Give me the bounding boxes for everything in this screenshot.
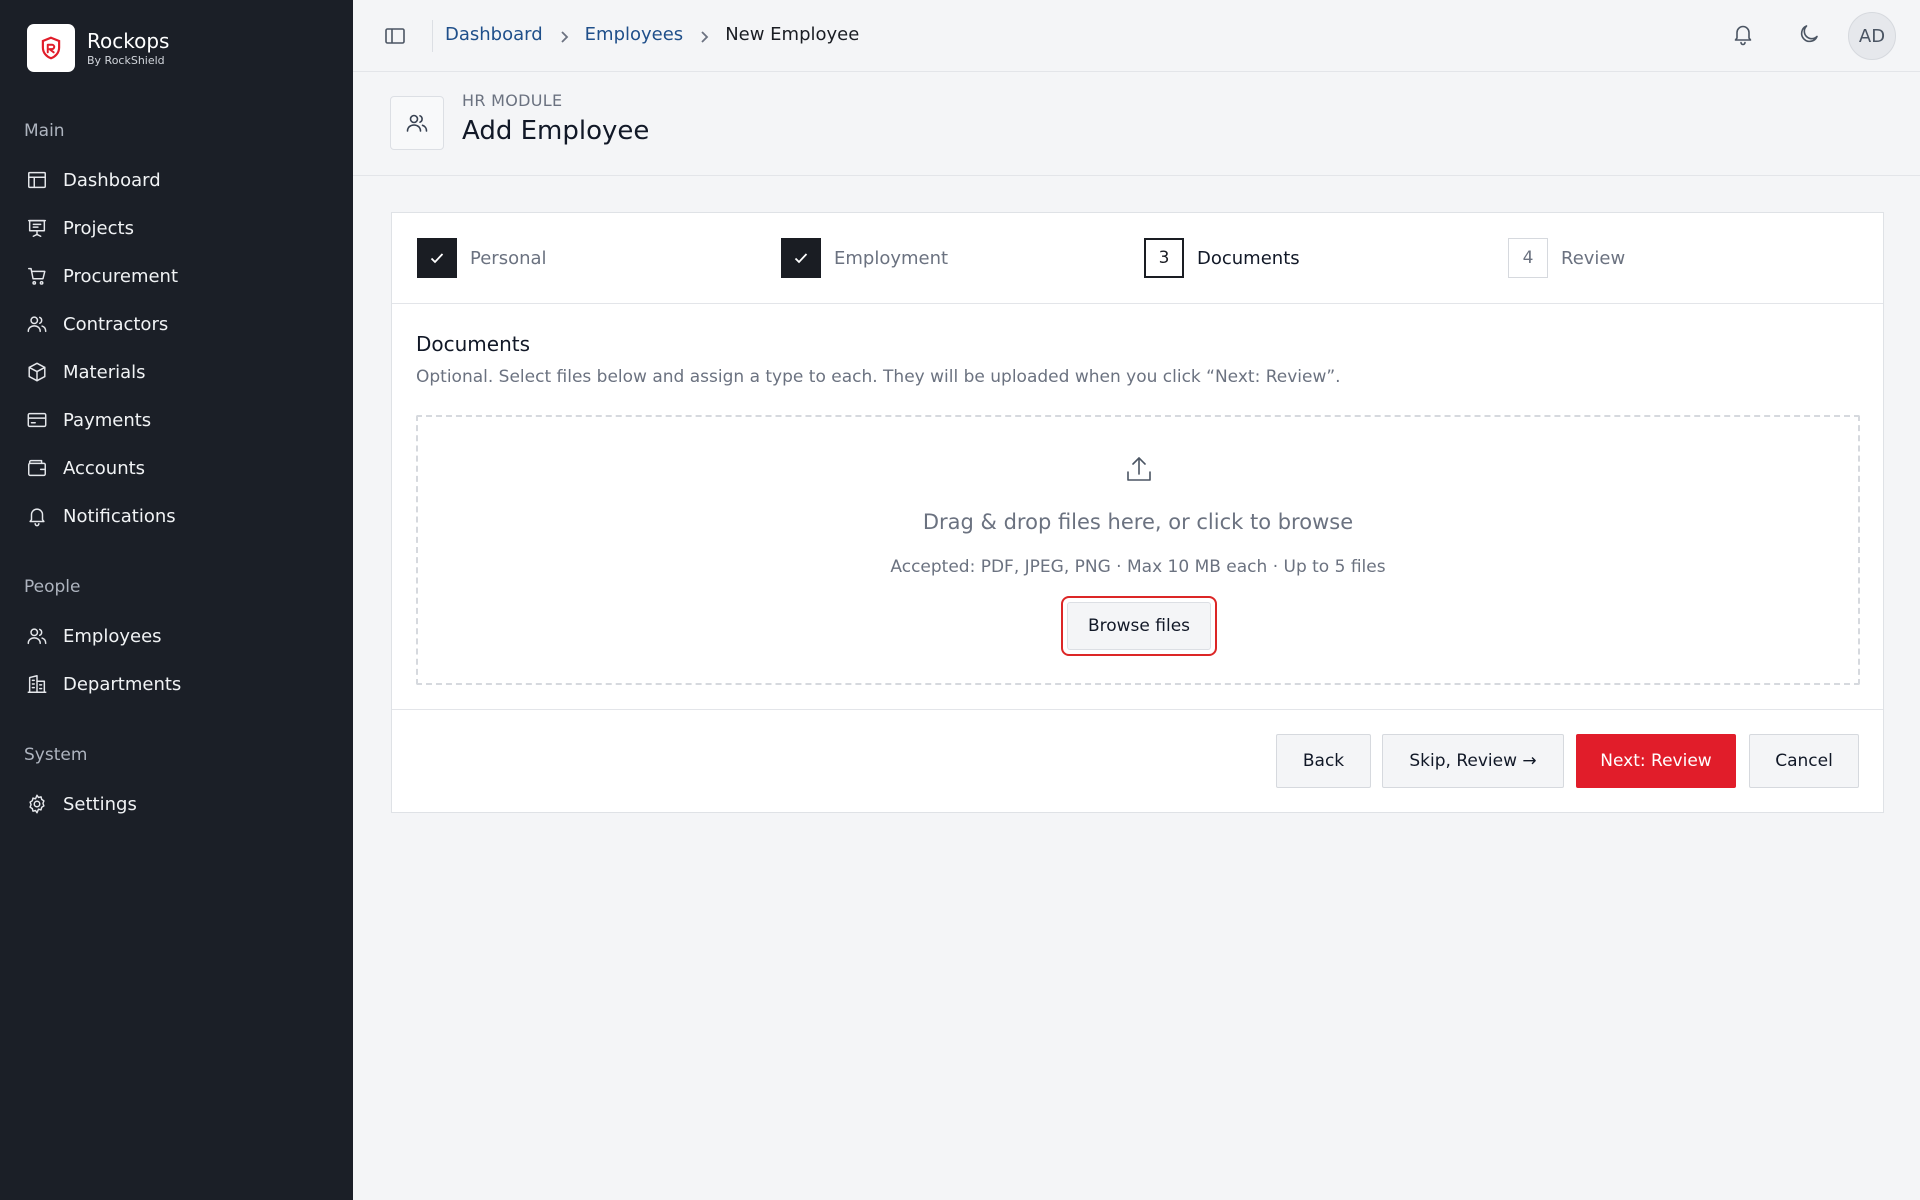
cancel-button[interactable]: Cancel — [1749, 734, 1859, 788]
next-review-button[interactable]: Next: Review — [1576, 734, 1736, 788]
brand-subtitle: By RockShield — [87, 53, 165, 67]
sidebar: Rockops By RockShield Main Dashboard Pro… — [0, 0, 353, 1200]
step-review[interactable]: 4 Review — [1508, 238, 1625, 278]
step-indicator: 3 — [1144, 238, 1184, 278]
step-indicator — [781, 238, 821, 278]
dropzone-constraints: Accepted: PDF, JPEG, PNG · Max 10 MB eac… — [890, 557, 1386, 577]
nav-section-main: Main — [24, 121, 65, 141]
sidebar-item-payments[interactable]: Payments — [26, 400, 151, 440]
sidebar-toggle-button[interactable] — [383, 24, 407, 48]
notifications-button[interactable] — [1731, 22, 1759, 50]
theme-toggle-button[interactable] — [1797, 22, 1825, 50]
avatar[interactable]: AD — [1848, 12, 1896, 60]
users-icon — [27, 316, 47, 333]
page-header-icon-box — [390, 96, 444, 150]
sidebar-item-label: Notifications — [63, 505, 176, 527]
breadcrumb-link-dashboard[interactable]: Dashboard — [445, 24, 543, 45]
brand[interactable]: Rockops By RockShield — [27, 24, 169, 72]
breadcrumb-link-employees[interactable]: Employees — [585, 24, 684, 45]
sidebar-item-label: Settings — [63, 793, 137, 815]
file-dropzone[interactable]: Drag & drop files here, or click to brow… — [416, 415, 1860, 685]
divider — [432, 20, 433, 52]
step-indicator — [417, 238, 457, 278]
sidebar-panel-icon — [385, 28, 405, 44]
sidebar-item-label: Contractors — [63, 313, 169, 335]
layout-icon — [28, 171, 46, 189]
brand-name: Rockops — [87, 28, 170, 53]
building-icon — [27, 675, 47, 693]
sidebar-item-accounts[interactable]: Accounts — [26, 448, 145, 488]
page-title: Add Employee — [462, 116, 650, 146]
browse-files-highlight: Browse files — [1061, 596, 1217, 656]
breadcrumb: Dashboard Employees New Employee — [445, 24, 859, 45]
sidebar-item-materials[interactable]: Materials — [26, 352, 146, 392]
chevron-right-icon — [557, 28, 571, 43]
sidebar-item-label: Accounts — [63, 457, 146, 479]
sidebar-item-label: Departments — [63, 673, 182, 695]
check-icon — [794, 253, 808, 264]
step-indicator: 4 — [1508, 238, 1548, 278]
step-employment[interactable]: Employment — [781, 238, 948, 278]
page-header: HR MODULE Add Employee — [353, 73, 1920, 176]
shield-logo-icon — [41, 36, 61, 60]
skip-review-button[interactable]: Skip, Review → — [1382, 734, 1564, 788]
wizard-card: Personal Employment 3 Documents 4 Review… — [391, 212, 1884, 813]
wizard-footer: Back Skip, Review → Next: Review Cancel — [392, 709, 1883, 814]
sidebar-item-label: Projects — [63, 217, 134, 239]
sidebar-item-notifications[interactable]: Notifications — [26, 496, 176, 536]
stepper: Personal Employment 3 Documents 4 Review — [392, 213, 1883, 304]
sidebar-item-dashboard[interactable]: Dashboard — [26, 160, 161, 200]
nav-section-people: People — [24, 577, 81, 597]
users-icon — [27, 628, 47, 645]
sidebar-item-contractors[interactable]: Contractors — [26, 304, 168, 344]
sidebar-item-projects[interactable]: Projects — [26, 208, 134, 248]
upload-icon — [1123, 453, 1155, 485]
nav-section-system: System — [24, 745, 88, 765]
brand-logo — [27, 24, 75, 72]
back-button[interactable]: Back — [1276, 734, 1371, 788]
gear-icon — [29, 794, 45, 814]
step-personal[interactable]: Personal — [417, 238, 547, 278]
step-label: Employment — [834, 247, 949, 269]
step-label: Documents — [1197, 247, 1300, 269]
bell-icon — [29, 508, 45, 527]
bell-icon — [1734, 25, 1752, 46]
dropzone-instruction: Drag & drop files here, or click to brow… — [922, 510, 1354, 534]
sidebar-item-label: Payments — [63, 409, 152, 431]
browse-files-button[interactable]: Browse files — [1067, 602, 1211, 650]
users-icon — [406, 114, 428, 132]
cart-icon — [28, 267, 46, 285]
sidebar-item-label: Employees — [63, 625, 162, 647]
section-title: Documents — [416, 332, 531, 356]
topbar: Dashboard Employees New Employee AD — [353, 0, 1920, 72]
presentation-icon — [28, 219, 46, 237]
box-icon — [28, 362, 46, 382]
section-description: Optional. Select files below and assign … — [416, 367, 1341, 387]
breadcrumb-current: New Employee — [725, 24, 860, 45]
chevron-right-icon — [697, 28, 711, 43]
step-label: Personal — [470, 247, 547, 269]
wallet-icon — [28, 459, 46, 477]
sidebar-item-label: Materials — [63, 361, 146, 383]
step-label: Review — [1561, 247, 1626, 269]
sidebar-item-procurement[interactable]: Procurement — [26, 256, 178, 296]
sidebar-item-label: Dashboard — [63, 169, 161, 191]
sidebar-item-label: Procurement — [63, 265, 179, 287]
moon-icon — [1800, 25, 1818, 43]
sidebar-item-departments[interactable]: Departments — [26, 664, 181, 704]
page-kicker: HR MODULE — [462, 91, 563, 110]
check-icon — [430, 253, 444, 264]
step-documents[interactable]: 3 Documents — [1144, 238, 1300, 278]
credit-card-icon — [27, 412, 47, 428]
sidebar-item-employees[interactable]: Employees — [26, 616, 162, 656]
sidebar-item-settings[interactable]: Settings — [26, 784, 137, 824]
